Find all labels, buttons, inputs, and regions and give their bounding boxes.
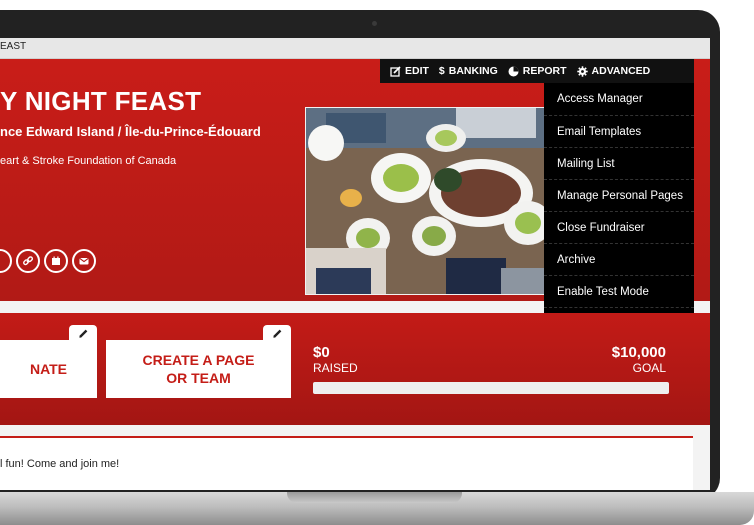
edit-donate-pencil[interactable] xyxy=(69,325,97,341)
fundraising-progress-bar xyxy=(313,382,669,394)
report-button[interactable]: REPORT xyxy=(508,65,567,77)
advanced-label: ADVANCED xyxy=(591,65,651,77)
browser-tab-strip: EAST xyxy=(0,38,710,59)
menu-item-manage-personal-pages[interactable]: Manage Personal Pages xyxy=(544,179,694,211)
event-photo xyxy=(305,107,557,295)
calendar-icon[interactable] xyxy=(44,249,68,273)
browser-screen: EAST Y NIGHT FEAST nce Edward Island / Î… xyxy=(0,38,710,490)
create-page-label: CREATE A PAGE xyxy=(142,352,255,368)
description-text: l fun! Come and join me! xyxy=(0,458,120,470)
menu-item-mailing-list[interactable]: Mailing List xyxy=(544,147,694,179)
link-icon[interactable] xyxy=(16,249,40,273)
edit-create-pencil[interactable] xyxy=(263,325,291,341)
browser-tab-title[interactable]: EAST xyxy=(0,41,26,52)
create-page-or-team-button[interactable]: CREATE A PAGE OR TEAM xyxy=(106,340,291,398)
laptop-frame: EAST Y NIGHT FEAST nce Edward Island / Î… xyxy=(0,0,754,525)
or-team-label: OR TEAM xyxy=(166,370,231,386)
admin-toolbar: EDIT $ BANKING REPORT ADVANCED xyxy=(380,59,694,83)
description-panel: l fun! Come and join me! xyxy=(0,436,693,490)
advanced-dropdown-menu: Access Manager Email Templates Mailing L… xyxy=(544,83,694,339)
goal-label: GOAL xyxy=(632,361,666,375)
camera-dot xyxy=(372,21,377,26)
donate-button[interactable]: NATE xyxy=(0,340,97,398)
raised-amount: $0 xyxy=(313,344,330,361)
menu-item-archive[interactable]: Archive xyxy=(544,243,694,275)
advanced-button[interactable]: ADVANCED xyxy=(576,65,651,77)
edit-button[interactable]: EDIT xyxy=(390,65,429,77)
email-icon[interactable] xyxy=(72,249,96,273)
banking-label: BANKING xyxy=(448,65,498,77)
laptop-base-notch xyxy=(287,492,462,503)
share-icons xyxy=(0,249,96,273)
menu-item-access-manager[interactable]: Access Manager xyxy=(544,83,694,115)
event-region: nce Edward Island / Île-du-Prince-Édouar… xyxy=(0,124,261,139)
pencil-icon xyxy=(78,329,87,338)
share-partial-icon[interactable] xyxy=(0,249,12,273)
menu-item-email-templates[interactable]: Email Templates xyxy=(544,115,694,147)
edit-label: EDIT xyxy=(405,65,429,77)
gear-icon xyxy=(576,65,588,77)
banking-button[interactable]: $ BANKING xyxy=(439,65,498,77)
event-title: Y NIGHT FEAST xyxy=(0,86,202,116)
menu-item-enable-test-mode[interactable]: Enable Test Mode xyxy=(544,275,694,307)
pencil-icon xyxy=(272,329,281,338)
goal-amount: $10,000 xyxy=(611,344,666,361)
pie-chart-icon xyxy=(508,66,519,76)
event-organization: eart & Stroke Foundation of Canada xyxy=(0,155,177,167)
menu-item-close-fundraiser[interactable]: Close Fundraiser xyxy=(544,211,694,243)
raised-label: RAISED xyxy=(313,361,358,375)
edit-icon xyxy=(390,65,401,77)
dollar-icon: $ xyxy=(438,65,445,77)
report-label: REPORT xyxy=(522,65,567,77)
donate-label: NATE xyxy=(29,361,68,377)
